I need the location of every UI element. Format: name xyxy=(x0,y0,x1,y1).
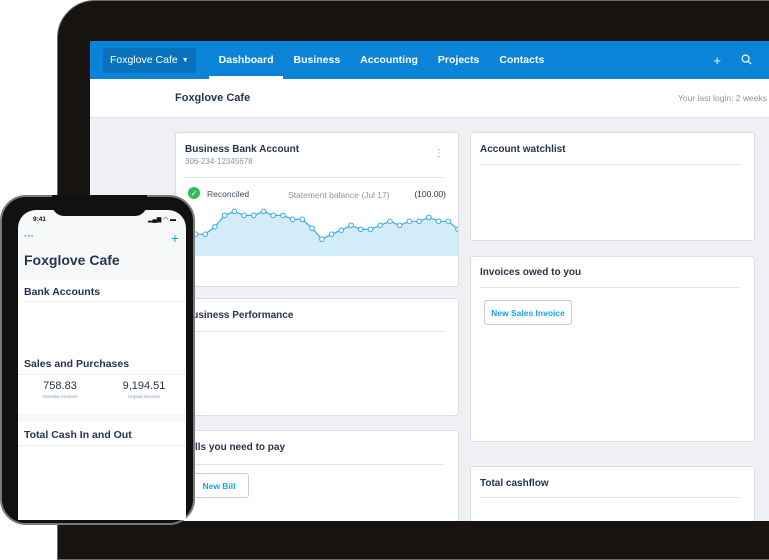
org-switcher[interactable]: Foxglove Cafe ▼ xyxy=(103,47,196,73)
balance-point xyxy=(426,214,432,221)
check-icon: ✓ xyxy=(188,187,200,199)
balance-point xyxy=(406,218,413,225)
card-title[interactable]: Business Bank Account xyxy=(185,144,299,155)
sales-section: Sales and Purchases 758.83 Overdue invoi… xyxy=(18,350,186,414)
balance-point xyxy=(387,218,393,225)
card-title[interactable]: Bills you need to pay xyxy=(185,442,285,453)
balance-point xyxy=(435,218,442,225)
balance-point xyxy=(212,223,218,230)
balance-point xyxy=(299,216,306,223)
bank-account-card: Business Bank Account 306-234-12345678 ⋮… xyxy=(175,132,459,287)
balance-point xyxy=(241,212,247,219)
unpaid-label: Unpaid invoices xyxy=(128,394,160,399)
balance-point xyxy=(338,227,345,234)
tab-contacts[interactable]: Contacts xyxy=(489,41,554,79)
account-number: 306-234-12345678 xyxy=(185,157,253,166)
tab-business[interactable]: Business xyxy=(283,41,350,79)
card-title[interactable]: Invoices owed to you xyxy=(480,267,581,278)
overdue-label: Overdue invoices xyxy=(42,394,78,399)
account-watchlist-card: Account watchlist xyxy=(470,132,755,241)
overdue-value[interactable]: 758.83 xyxy=(18,380,102,392)
phone-screen: 9:41 ▂▄▆ ◠ ▬ ··· + Foxglove Cafe Bank Ac… xyxy=(18,210,186,520)
phone-notch xyxy=(52,195,147,216)
new-bill-button[interactable]: New Bill xyxy=(189,473,249,498)
org-name: Foxglove Cafe xyxy=(110,54,178,66)
card-title[interactable]: Total cashflow xyxy=(480,478,549,489)
section-title: Total Cash In and Out xyxy=(24,429,132,441)
tab-projects[interactable]: Projects xyxy=(428,41,489,79)
page-title: Foxglove Cafe xyxy=(175,92,251,104)
more-icon[interactable]: ··· xyxy=(24,231,34,242)
card-title[interactable]: Account watchlist xyxy=(480,144,566,155)
balance-point xyxy=(231,208,238,215)
balance-point xyxy=(455,226,458,233)
balance-chart xyxy=(176,208,458,256)
business-performance-card: Business Performance xyxy=(175,298,459,416)
add-icon[interactable]: + xyxy=(171,230,179,246)
reconciled-status: Reconciled xyxy=(207,189,250,199)
balance-point xyxy=(250,212,257,219)
page-header: Foxglove Cafe Your last login: 2 weeks a… xyxy=(90,79,769,118)
unpaid-value[interactable]: 9,194.51 xyxy=(102,380,186,392)
statement-label: Statement balance (Jul 17) xyxy=(288,190,390,200)
more-options-icon[interactable]: ⋮ xyxy=(434,148,444,159)
phone-org-title: Foxglove Cafe xyxy=(24,252,120,268)
balance-point xyxy=(289,216,296,223)
invoices-card: Invoices owed to you New Sales Invoice xyxy=(470,256,755,442)
balance-point xyxy=(396,222,403,229)
plus-icon[interactable]: + xyxy=(713,53,721,68)
status-icons: ▂▄▆ ◠ ▬ xyxy=(147,217,176,223)
balance-point xyxy=(416,218,422,225)
tab-dashboard[interactable]: Dashboard xyxy=(208,41,284,79)
section-title: Sales and Purchases xyxy=(24,358,130,370)
status-time: 9:41 xyxy=(33,216,47,223)
cash-section: Total Cash In and Out xyxy=(18,422,186,520)
balance-point xyxy=(202,231,208,238)
card-title[interactable]: Business Performance xyxy=(185,310,293,321)
balance-point xyxy=(260,208,267,215)
section-title: Bank Accounts xyxy=(24,286,101,298)
balance-point xyxy=(367,226,374,233)
balance-point xyxy=(319,236,325,242)
balance-point xyxy=(309,225,315,232)
balance-point xyxy=(270,212,277,219)
balance-point xyxy=(348,222,354,229)
balance-point xyxy=(445,218,452,225)
balance-point xyxy=(377,222,384,229)
last-login: Your last login: 2 weeks ago xyxy=(678,93,769,103)
new-sales-invoice-button[interactable]: New Sales Invoice xyxy=(484,300,572,325)
statement-value: (100.00) xyxy=(414,189,446,199)
total-cashflow-card: Total cashflow xyxy=(470,466,755,521)
balance-point xyxy=(221,212,228,219)
balance-point xyxy=(328,231,335,238)
cash-in-out-chart xyxy=(24,446,184,516)
tab-accounting[interactable]: Accounting xyxy=(350,41,428,79)
balance-point xyxy=(280,212,286,219)
search-icon[interactable] xyxy=(741,53,752,68)
invoices-bar-chart xyxy=(484,347,744,432)
top-nav: Foxglove Cafe ▼ Dashboard Business Accoun… xyxy=(90,41,769,79)
bills-card: Bills you need to pay New Bill xyxy=(175,430,459,521)
balance-x-axis xyxy=(176,264,458,274)
caret-down-icon: ▼ xyxy=(181,56,189,64)
balance-point xyxy=(357,226,364,233)
